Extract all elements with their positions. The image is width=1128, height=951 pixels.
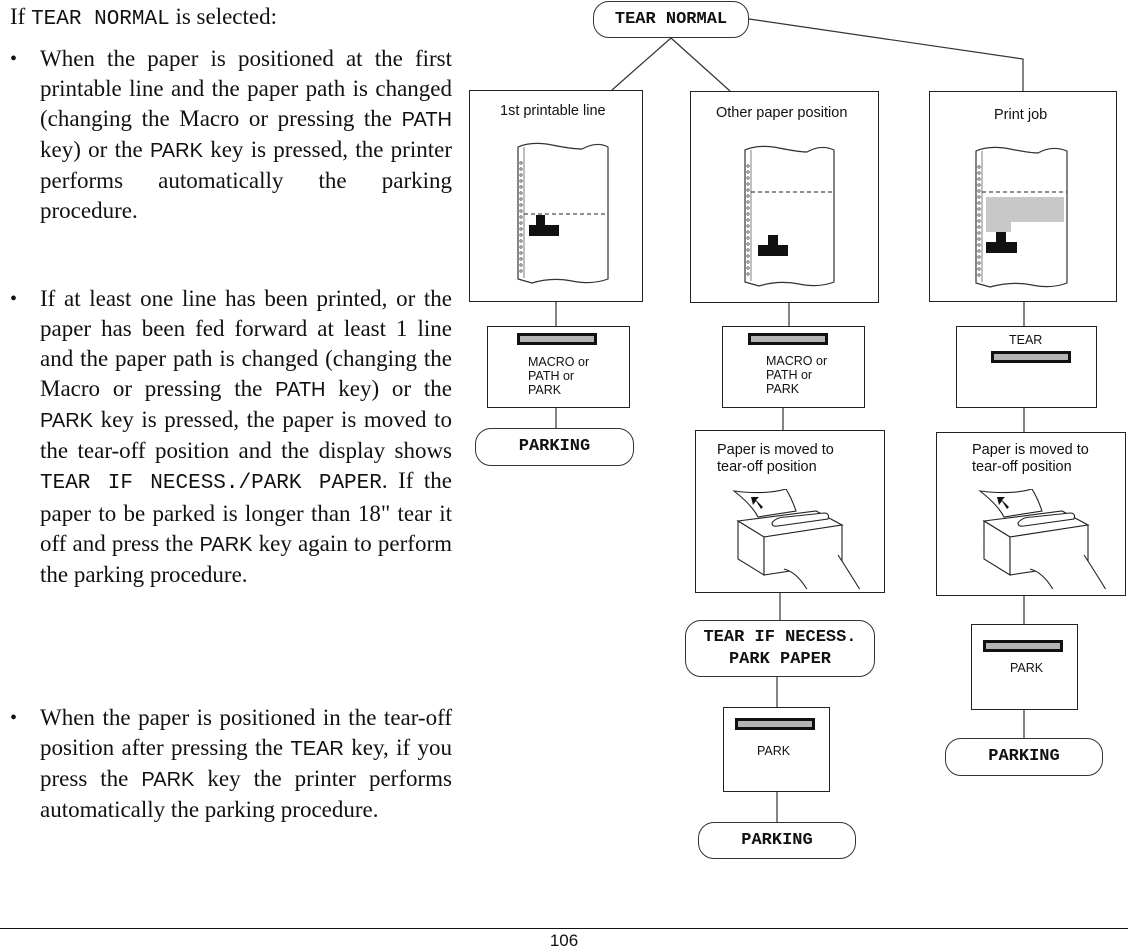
move-text: Paper is moved to tear-off position — [717, 442, 834, 475]
move-text: Paper is moved to tear-off position — [972, 442, 1089, 475]
control-panel-key-icon — [517, 333, 597, 345]
key-box-tear: TEAR — [956, 326, 1097, 408]
connector — [670, 37, 731, 92]
root-mode-node: TEAR NORMAL — [593, 1, 749, 38]
key-label: PARK — [1010, 661, 1044, 675]
page-number: 106 — [549, 931, 579, 950]
key-box-park: PARK — [971, 624, 1078, 710]
result-parking-3: PARKING — [945, 738, 1103, 776]
printer-tear-off-icon — [732, 489, 861, 589]
state-title: Print job — [994, 107, 1048, 123]
key-label: TEAR — [1009, 333, 1043, 347]
paper-sheet-icon — [744, 145, 835, 287]
key-box-macro-path-park: MACRO or PATH or PARK — [722, 326, 865, 408]
key-label: PARK — [757, 744, 791, 758]
key-label: MACRO or PATH or PARK — [766, 354, 828, 396]
control-panel-key-icon — [983, 640, 1063, 652]
paper-sheet-icon — [975, 146, 1068, 288]
tear-off-box: Paper is moved to tear-off position — [695, 430, 885, 593]
state-title: 1st printable line — [500, 103, 606, 119]
paper-sheet-icon — [517, 142, 609, 284]
footer-divider — [0, 928, 1128, 929]
connector — [748, 18, 1024, 91]
printer-tear-off-icon — [978, 489, 1107, 589]
state-box-print-job: Print job — [929, 91, 1117, 302]
display-tear-if-necess: TEAR IF NECESS. PARK PAPER — [685, 620, 875, 677]
connector — [611, 37, 672, 91]
state-box-first-printable-line: 1st printable line — [469, 90, 643, 302]
result-parking-1: PARKING — [475, 428, 634, 466]
control-panel-key-icon — [735, 718, 815, 730]
result-parking-2: PARKING — [698, 822, 856, 859]
tear-off-box: Paper is moved to tear-off position — [936, 432, 1126, 596]
state-box-other-paper-position: Other paper position — [690, 91, 879, 303]
key-label: MACRO or PATH or PARK — [528, 355, 590, 397]
control-panel-key-icon — [748, 333, 828, 345]
state-title: Other paper position — [716, 105, 848, 121]
control-panel-key-icon — [991, 351, 1071, 363]
key-box-macro-path-park: MACRO or PATH or PARK — [487, 326, 630, 408]
key-box-park: PARK — [723, 707, 830, 792]
